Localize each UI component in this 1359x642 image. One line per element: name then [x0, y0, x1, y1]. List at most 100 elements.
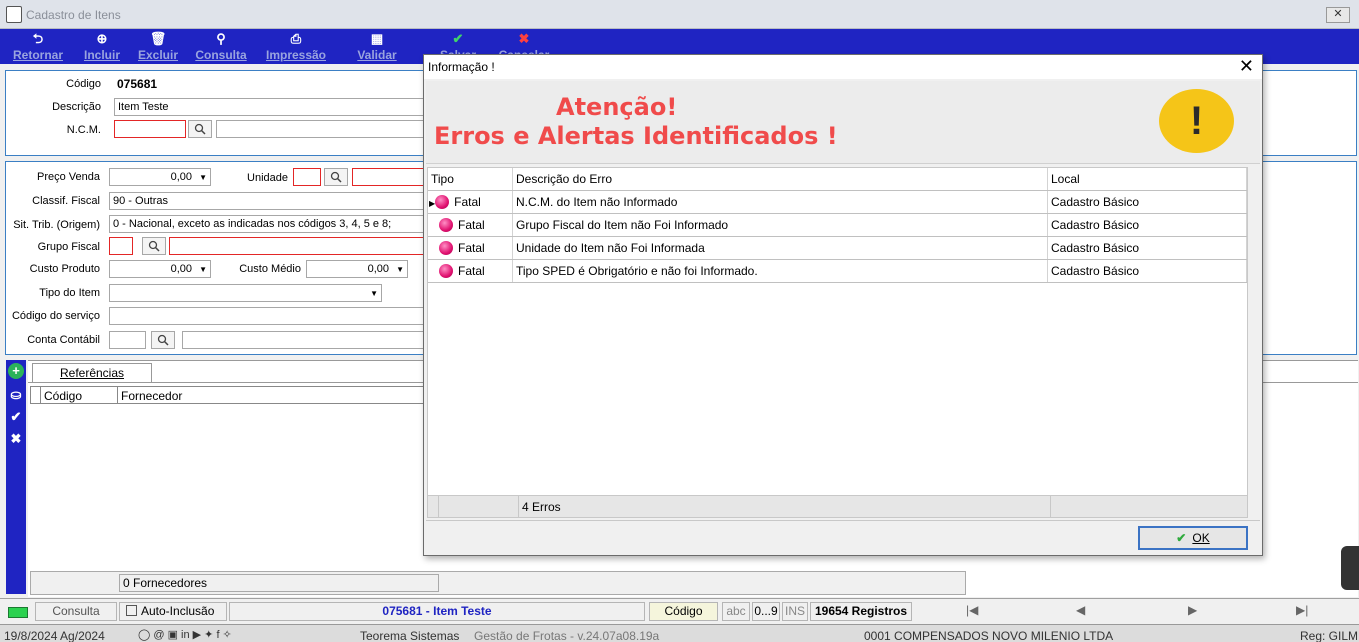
unidade-label: Unidade — [247, 172, 288, 184]
error-local: Cadastro Básico — [1047, 259, 1247, 283]
side-handle[interactable] — [1341, 546, 1359, 590]
fatal-icon — [439, 218, 453, 233]
references-footer: 0 Fornecedores — [30, 571, 966, 595]
preco-input[interactable]: 0,00 ▼ — [109, 168, 211, 186]
error-grid: Tipo Descrição do Erro Local ▶ Fatal N.C.… — [428, 168, 1247, 283]
tipo-select[interactable]: ▼ — [109, 284, 382, 302]
error-row[interactable]: Fatal Grupo Fiscal do Item não Foi Infor… — [428, 213, 1247, 237]
error-local: Cadastro Básico — [1047, 236, 1247, 260]
chevron-down-icon[interactable]: ▼ — [370, 286, 378, 301]
detail-toolbar: + ⛀ ✔ ✖ — [6, 360, 26, 594]
codserv-input[interactable] — [109, 307, 429, 325]
status-indicator-icon — [8, 607, 28, 618]
ncm-search-button[interactable] — [188, 120, 212, 138]
order-field[interactable]: Código — [649, 602, 718, 621]
check-icon[interactable]: ✔ — [8, 409, 24, 425]
next-record-icon[interactable]: ▶ — [1188, 602, 1197, 619]
add-icon: ⊕ — [96, 31, 108, 46]
validate-button[interactable]: ▦ Validar — [354, 31, 400, 62]
return-icon: ⮌ — [32, 31, 44, 46]
auto-inclusao-checkbox[interactable]: Auto-Inclusão — [119, 602, 227, 621]
conta-input[interactable] — [109, 331, 146, 349]
error-tipo: Fatal — [454, 194, 481, 209]
col-tipo[interactable]: Tipo — [428, 168, 513, 191]
error-tipo: Fatal — [458, 217, 485, 232]
col-codigo[interactable]: Código — [44, 389, 82, 403]
add-icon[interactable]: + — [8, 363, 24, 379]
search-icon — [148, 240, 160, 252]
alert-banner: Atenção! Erros e Alertas Identificados !… — [426, 81, 1260, 164]
descricao-input[interactable]: Item Teste — [114, 98, 429, 116]
tab-referencias[interactable]: Referências Adicionais — [32, 363, 152, 398]
classif-input[interactable]: 90 - Outras — [109, 192, 429, 210]
delete-button[interactable]: 🗑 Excluir — [136, 31, 180, 62]
custo-value: 0,00 — [170, 263, 192, 275]
sittrib-label: Sit. Trib. (Origem) — [13, 219, 100, 231]
unidade-search-button[interactable] — [324, 168, 348, 186]
references-header: Código Fornecedor — [30, 386, 425, 404]
prev-record-icon[interactable]: ◀ — [1076, 602, 1085, 619]
grupo-description-field[interactable] — [169, 237, 429, 255]
col-fornecedor[interactable]: Fornecedor — [121, 389, 182, 403]
app-icon — [6, 6, 22, 23]
validate-icon: ▦ — [370, 31, 384, 46]
last-record-icon[interactable]: ▶| — [1296, 602, 1308, 619]
error-row[interactable]: ▶ Fatal N.C.M. do Item não Informado Cada… — [428, 190, 1247, 214]
error-descricao: Unidade do Item não Foi Informada — [512, 236, 1048, 260]
brand-label: Teorema Sistemas — [360, 629, 460, 642]
query-button[interactable]: ⚲ Consulta — [194, 31, 248, 62]
print-button[interactable]: ⎙ Impressão — [262, 31, 330, 62]
unidade-input[interactable] — [293, 168, 321, 186]
cancel-icon[interactable]: ✖ — [8, 431, 24, 447]
ncm-input[interactable] — [114, 120, 186, 138]
error-header-row: Tipo Descrição do Erro Local — [428, 168, 1247, 191]
footer-divider — [518, 496, 519, 517]
trash-icon[interactable]: ⛀ — [8, 387, 24, 403]
checkbox-icon — [126, 605, 137, 616]
footer-divider — [1050, 496, 1051, 517]
conta-description-field[interactable] — [182, 331, 429, 349]
chevron-down-icon[interactable]: ▼ — [199, 262, 207, 277]
conta-search-button[interactable] — [151, 331, 175, 349]
status-bar: Consulta Auto-Inclusão 075681 - Item Tes… — [0, 598, 1359, 624]
dialog-divider — [426, 520, 1260, 521]
col-descricao[interactable]: Descrição do Erro — [512, 168, 1048, 191]
chevron-down-icon[interactable]: ▼ — [396, 262, 404, 277]
error-local: Cadastro Básico — [1047, 213, 1247, 237]
unidade-description-field[interactable] — [352, 168, 429, 186]
chevron-down-icon[interactable]: ▼ — [199, 170, 207, 185]
suppliers-count: 0 Fornecedores — [119, 574, 439, 592]
search-icon — [330, 171, 342, 183]
error-row[interactable]: Fatal Tipo SPED é Obrigatório e não foi … — [428, 259, 1247, 283]
social-icons[interactable]: ◯ @ ▣ in ▶ ✦ f ✧ — [138, 628, 232, 641]
first-record-icon[interactable]: |◀ — [966, 602, 978, 619]
warning-icon: ! — [1159, 89, 1234, 153]
sittrib-input[interactable]: 0 - Nacional, exceto as indicadas nos có… — [109, 215, 429, 233]
query-label: Consulta — [195, 48, 247, 62]
search-icon — [194, 123, 206, 135]
error-footer: 4 Erros — [427, 495, 1248, 518]
fatal-icon — [435, 195, 450, 210]
column-divider — [40, 387, 41, 403]
col-local[interactable]: Local — [1047, 168, 1247, 191]
close-window-button[interactable]: ✕ — [1326, 7, 1350, 23]
preco-value: 0,00 — [170, 171, 192, 183]
check-icon: ✔ — [452, 31, 464, 46]
grupo-search-button[interactable] — [142, 237, 166, 255]
ok-button[interactable]: ✔ OK — [1138, 526, 1248, 550]
validate-label: Validar — [357, 48, 397, 62]
app-version: Gestão de Frotas - v.24.07a08.19a — [474, 629, 660, 642]
return-button[interactable]: ⮌ Retornar — [10, 31, 66, 62]
alert-heading: Atenção! — [556, 93, 678, 121]
record-count: 19654 Registros — [810, 602, 912, 621]
column-divider — [117, 387, 118, 403]
add-button[interactable]: ⊕ Incluir — [80, 31, 124, 62]
close-icon[interactable]: ✕ — [1239, 57, 1254, 75]
custo-medio-value: 0,00 — [367, 263, 389, 275]
dialog-title: Informação ! — [428, 60, 495, 74]
custo-input[interactable]: 0,00 ▼ — [109, 260, 211, 278]
ncm-description-field[interactable] — [216, 120, 429, 138]
grupo-input[interactable] — [109, 237, 133, 255]
custo-medio-input[interactable]: 0,00 ▼ — [306, 260, 408, 278]
error-row[interactable]: Fatal Unidade do Item não Foi Informada … — [428, 236, 1247, 260]
